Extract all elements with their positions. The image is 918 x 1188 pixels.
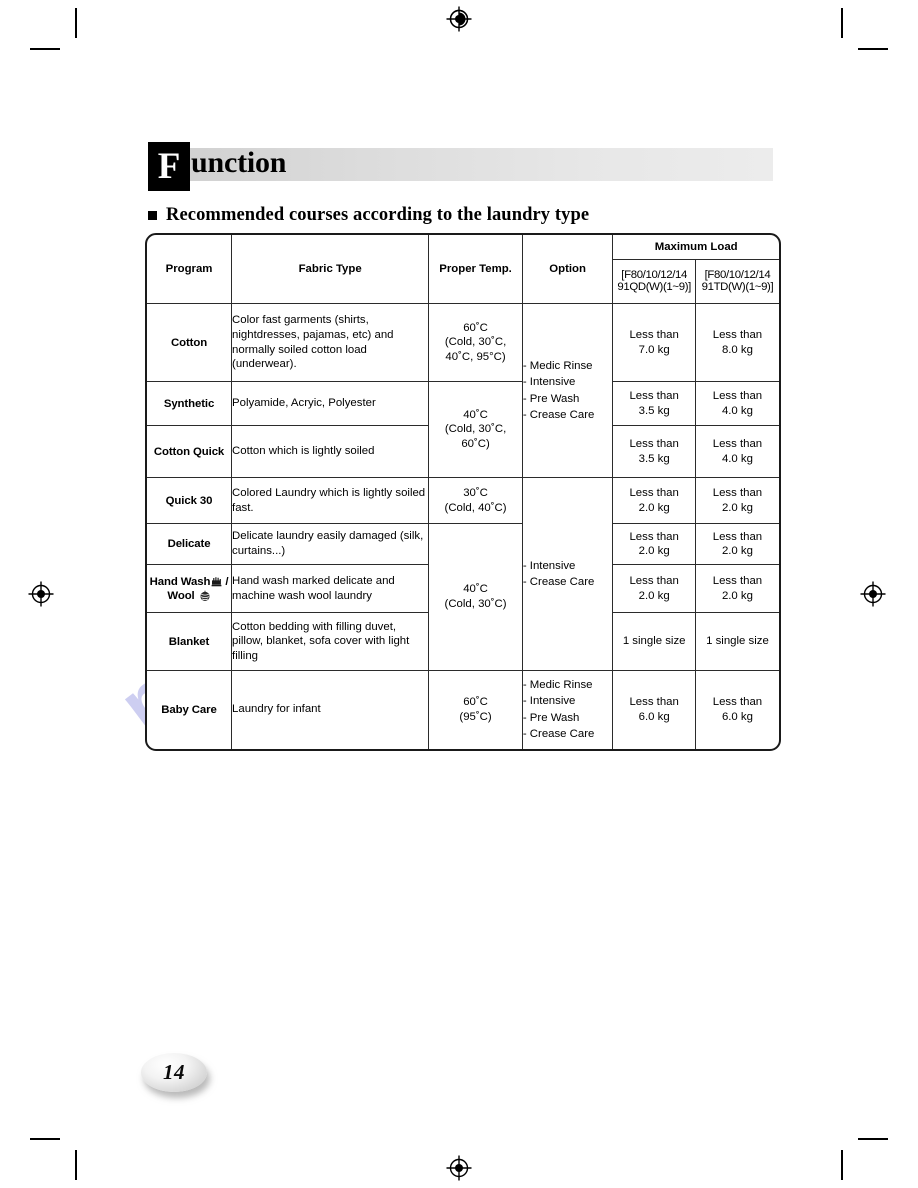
cell-program: Delicate xyxy=(147,523,233,565)
column-header-program: Program xyxy=(147,235,233,304)
crop-mark-bottom-right-horizontal xyxy=(858,1138,888,1140)
table-row: Synthetic Polyamide, Acryic, Polyester 4… xyxy=(147,381,779,478)
cell-program-hand-wash-wool: Hand Wash / Wool xyxy=(147,564,233,613)
column-header-model-td: [F80/10/12/14 91TD(W)(1~9)] xyxy=(694,258,779,305)
crop-mark-bottom-left-vertical xyxy=(75,1150,77,1180)
cell-load-qd: Less than 7.0 kg xyxy=(612,303,696,382)
column-header-fabric-type: Fabric Type xyxy=(231,235,430,304)
cell-load-qd: 1 single size xyxy=(612,612,696,671)
section-heading: Recommended courses according to the lau… xyxy=(148,205,589,226)
cell-fabric: Cotton which is lightly soiled xyxy=(231,425,430,478)
cell-temp: 60˚C (Cold, 30˚C, 40˚C, 95°C) xyxy=(428,303,523,382)
cell-temp: 40˚C (Cold, 30˚C) xyxy=(428,523,523,671)
cell-load-qd: Less than 6.0 kg xyxy=(612,670,696,749)
cell-load-td: Less than 8.0 kg xyxy=(694,303,779,382)
cell-load-qd: Less than 3.5 kg xyxy=(612,381,696,426)
crop-mark-bottom-left-horizontal xyxy=(30,1138,60,1140)
column-header-model-qd: [F80/10/12/14 91QD(W)(1~9)] xyxy=(612,258,696,305)
cell-fabric: Cotton bedding with filling duvet, pillo… xyxy=(231,612,430,671)
cell-load-qd: Less than 2.0 kg xyxy=(612,477,696,524)
cell-fabric: Color fast garments (shirts, nightdresse… xyxy=(231,303,430,382)
wool-icon xyxy=(199,589,211,602)
page-number: 14 xyxy=(163,1060,185,1084)
cell-load-qd: Less than 2.0 kg xyxy=(612,523,696,565)
chapter-letter-badge: F xyxy=(148,142,190,191)
cell-program: Synthetic xyxy=(147,381,233,426)
crop-mark-top-left-vertical xyxy=(75,8,77,38)
cell-program: Blanket xyxy=(147,612,233,671)
table-row: Cotton Color fast garments (shirts, nigh… xyxy=(147,303,779,478)
column-header-maximum-load: Maximum Load xyxy=(612,235,779,260)
cell-program: Cotton xyxy=(147,303,233,382)
cell-load-qd: Less than 2.0 kg xyxy=(612,564,696,613)
page-number-badge: 14 xyxy=(141,1053,207,1092)
table-row: Delicate Delicate laundry easily damaged… xyxy=(147,523,779,671)
cell-load-td: Less than 6.0 kg xyxy=(694,670,779,749)
column-header-proper-temp: Proper Temp. xyxy=(428,235,523,304)
registration-target-right xyxy=(860,581,886,607)
registration-target-top xyxy=(446,6,472,32)
hand-wash-line: Hand Wash / xyxy=(147,575,231,589)
crop-mark-top-right-horizontal xyxy=(858,48,888,50)
program-label-wool: Wool xyxy=(167,589,195,602)
hand-wash-icon xyxy=(211,576,224,587)
page-title: unction xyxy=(191,146,287,179)
column-header-option: Option xyxy=(521,235,614,304)
cell-fabric: Hand wash marked delicate and machine wa… xyxy=(231,564,430,613)
cell-option-group-b: - Intensive - Crease Care xyxy=(521,477,614,671)
crop-mark-top-right-vertical xyxy=(841,8,843,38)
crop-mark-bottom-right-vertical xyxy=(841,1150,843,1180)
program-label-separator: / xyxy=(225,575,229,588)
cell-program: Cotton Quick xyxy=(147,425,233,478)
cell-load-qd: Less than 3.5 kg xyxy=(612,425,696,478)
cell-program: Baby Care xyxy=(147,670,233,749)
cell-fabric: Polyamide, Acryic, Polyester xyxy=(231,381,430,426)
cell-temp: 40˚C (Cold, 30˚C, 60˚C) xyxy=(428,381,523,478)
cell-fabric: Colored Laundry which is lightly soiled … xyxy=(231,477,430,524)
wool-line: Wool xyxy=(147,589,231,603)
cell-fabric: Delicate laundry easily damaged (silk, c… xyxy=(231,523,430,565)
registration-target-bottom xyxy=(446,1155,472,1181)
cell-temp: 60˚C (95˚C) xyxy=(428,670,523,749)
cell-load-td: Less than 2.0 kg xyxy=(694,477,779,524)
crop-mark-top-left-horizontal xyxy=(30,48,60,50)
table-row: Quick 30 Colored Laundry which is lightl… xyxy=(147,477,779,671)
cell-program: Quick 30 xyxy=(147,477,233,524)
cell-load-td: Less than 4.0 kg xyxy=(694,381,779,426)
cell-option-group-a: - Medic Rinse - Intensive - Pre Wash - C… xyxy=(521,303,614,478)
cell-temp: 30˚C (Cold, 40˚C) xyxy=(428,477,523,524)
table-row: Baby Care Laundry for infant 60˚C (95˚C)… xyxy=(147,670,779,749)
table-body: Cotton Color fast garments (shirts, nigh… xyxy=(147,303,779,749)
recommended-courses-table: Program Fabric Type Proper Temp. Option … xyxy=(145,233,781,751)
cell-load-td: Less than 2.0 kg xyxy=(694,523,779,565)
table-header: Program Fabric Type Proper Temp. Option … xyxy=(147,235,779,305)
program-label-hand-wash: Hand Wash xyxy=(149,575,211,588)
cell-load-td: 1 single size xyxy=(694,612,779,671)
cell-load-td: Less than 2.0 kg xyxy=(694,564,779,613)
bullet-square-icon xyxy=(148,211,157,220)
registration-target-left xyxy=(28,581,54,607)
cell-load-td: Less than 4.0 kg xyxy=(694,425,779,478)
section-heading-label: Recommended courses according to the lau… xyxy=(166,205,590,225)
manual-page: F unction Recommended courses according … xyxy=(0,0,918,1188)
cell-option: - Medic Rinse - Intensive - Pre Wash - C… xyxy=(521,670,614,749)
cell-fabric: Laundry for infant xyxy=(231,670,430,749)
